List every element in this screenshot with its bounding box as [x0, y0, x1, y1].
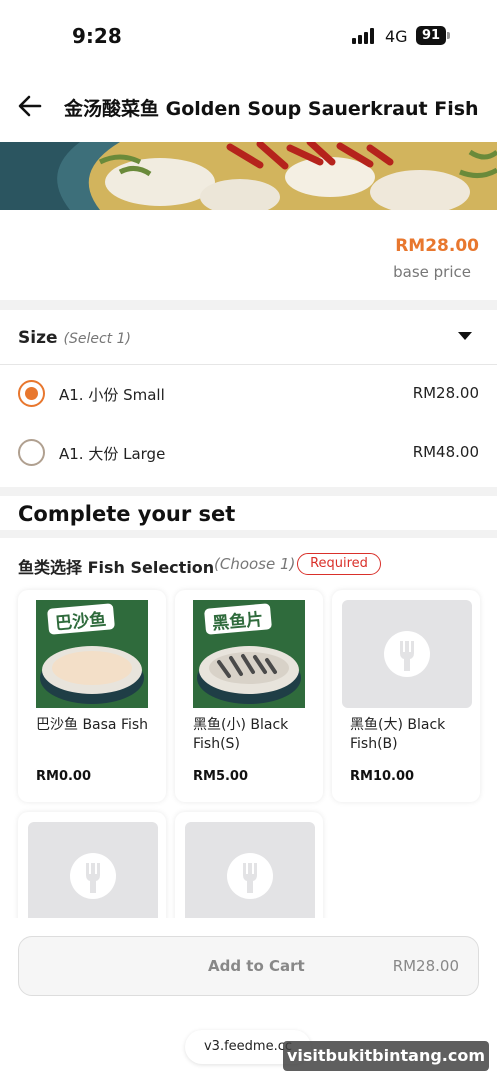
size-option-small[interactable]: A1. 小份 Small RM28.00 [0, 365, 497, 423]
network-type: 4G [385, 27, 408, 46]
black-fish-image: 黑鱼片 [193, 600, 305, 708]
image-placeholder [185, 822, 315, 918]
radio-selected[interactable] [18, 380, 45, 407]
add-to-cart-price: RM28.00 [392, 957, 459, 975]
fish-card-price: RM5.00 [193, 769, 249, 784]
size-hint: (Select 1) [63, 331, 131, 347]
caret-down-icon[interactable] [458, 332, 472, 340]
fish-card-4[interactable] [18, 812, 166, 918]
fork-icon [384, 631, 430, 677]
size-option-label: A1. 小份 Small [59, 386, 165, 404]
size-option-price: RM48.00 [412, 443, 479, 461]
basa-fish-image: 巴沙鱼 [36, 600, 148, 708]
signal-icon [352, 28, 378, 44]
fish-card-black-small[interactable]: 黑鱼片 黑鱼(小) Black Fish(S) RM5.00 [175, 590, 323, 802]
black-fish-badge-text: 黑鱼片 [211, 609, 264, 634]
fork-icon [70, 853, 116, 899]
status-bar: 9:28 4G 91 [0, 0, 497, 70]
fish-card-5[interactable] [175, 812, 323, 918]
fish-selection-section: 鱼类选择 Fish Selection (Choose 1) Required … [0, 538, 497, 918]
set-title-bar: Complete your set [0, 496, 497, 530]
fish-card-name: 巴沙鱼 Basa Fish [36, 717, 149, 733]
radio-unselected[interactable] [18, 439, 45, 466]
price-block: RM28.00 base price [0, 210, 497, 300]
size-heading: Size (Select 1) [18, 328, 131, 348]
fish-card-name: 黑鱼(小) Black Fish(S) [193, 717, 289, 752]
base-price: RM28.00 [395, 236, 479, 256]
size-heading-label: Size [18, 328, 58, 348]
back-arrow-icon[interactable] [14, 90, 46, 122]
size-option-label: A1. 大份 Large [59, 445, 166, 463]
watermark: visitbukitbintang.com [283, 1041, 489, 1071]
image-placeholder [342, 600, 472, 708]
header: 金汤酸菜鱼 Golden Soup Sauerkraut Fish [0, 70, 497, 142]
fish-card-black-big[interactable]: 黑鱼(大) Black Fish(B) RM10.00 [332, 590, 480, 802]
required-badge: Required [297, 553, 381, 575]
fish-card-price: RM10.00 [350, 769, 415, 784]
fish-card-price: RM0.00 [36, 769, 92, 784]
size-option-price: RM28.00 [412, 384, 479, 402]
fish-selection-heading: 鱼类选择 Fish Selection [18, 558, 215, 577]
basa-badge-text: 巴沙鱼 [54, 609, 107, 634]
image-placeholder [28, 822, 158, 918]
battery-tip [447, 32, 450, 39]
fork-icon [227, 853, 273, 899]
fish-selection-hint: (Choose 1) [214, 555, 296, 573]
base-price-caption: base price [393, 263, 471, 281]
add-to-cart-button[interactable]: Add to Cart RM28.00 [18, 936, 479, 996]
status-time: 9:28 [72, 24, 122, 48]
set-title: Complete your set [18, 502, 236, 526]
hero-image [0, 142, 497, 210]
size-option-large[interactable]: A1. 大份 Large RM48.00 [0, 424, 497, 482]
battery-icon: 91 [416, 26, 446, 45]
add-to-cart-label: Add to Cart [208, 957, 305, 975]
size-section: Size (Select 1) A1. 小份 Small RM28.00 A1. … [0, 310, 497, 487]
page-title: 金汤酸菜鱼 Golden Soup Sauerkraut Fish [64, 98, 479, 120]
fish-card-name: 黑鱼(大) Black Fish(B) [350, 717, 446, 752]
fish-card-basa[interactable]: 巴沙鱼 巴沙鱼 Basa Fish RM0.00 [18, 590, 166, 802]
